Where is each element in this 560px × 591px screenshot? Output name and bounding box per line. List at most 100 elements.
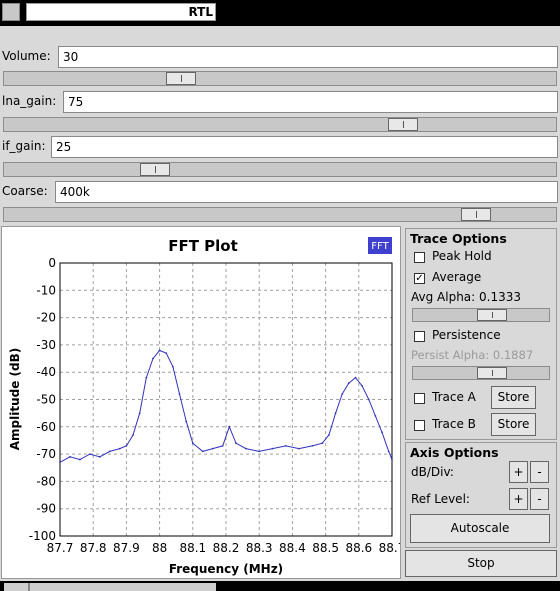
checkmark-icon: ✓ [415,273,424,284]
stop-button[interactable]: Stop [405,550,557,577]
coarse-slider[interactable] [3,207,557,222]
trace-b-label: Trace B [432,417,476,431]
y-tick-label: -20 [36,311,56,325]
fft-data-point [258,450,261,453]
store-trace-a-button[interactable]: Store [491,386,536,409]
if-gain-row: if_gain: 25 [0,135,560,159]
fft-data-point [391,458,393,461]
x-tick-label: 87.9 [113,541,140,555]
ref-level-minus-button[interactable]: - [530,488,549,510]
ref-level-plus-button[interactable]: + [509,488,528,510]
bottom-scrollbar[interactable] [0,581,560,591]
fft-data-point [328,434,330,436]
peak-hold-checkbox[interactable] [414,252,425,263]
y-tick-label: -80 [36,474,56,488]
fft-data-point [88,453,91,455]
fft-data-point [98,455,101,458]
fft-data-point [311,445,314,447]
volume-row: Volume: 30 [0,45,560,69]
coarse-input[interactable]: 400k [55,181,558,203]
fft-data-point [138,412,141,415]
x-tick-label: 88.3 [246,541,273,555]
db-div-plus-button[interactable]: + [509,461,528,483]
avg-alpha-slider[interactable] [412,308,550,322]
x-tick-label: 88.5 [312,541,339,555]
autoscale-button[interactable]: Autoscale [410,514,550,543]
y-tick-label: -90 [36,502,56,516]
coarse-slider-thumb[interactable] [461,208,491,221]
y-tick-label: -10 [36,283,56,297]
x-tick-label: 88.7 [379,541,400,555]
scrollbar-grip [28,583,30,591]
fft-data-point [367,398,370,401]
y-tick-label: -50 [36,393,56,407]
fft-data-point [235,442,237,445]
y-tick-label: -30 [36,338,56,352]
volume-input[interactable]: 30 [58,46,558,68]
volume-slider-thumb[interactable] [166,72,196,85]
if-gain-slider[interactable] [3,162,557,177]
y-tick-label: 0 [48,256,56,270]
fft-data-point [69,455,71,458]
lna-gain-slider[interactable] [3,117,557,132]
lna-gain-label: lna_gain: [2,94,57,108]
coarse-row: Coarse: 400k [0,180,560,204]
volume-slider[interactable] [3,71,557,86]
fft-data-point [347,382,350,385]
db-div-minus-button[interactable]: - [530,461,549,483]
y-axis-label: Amplitude (dB) [8,348,22,451]
fft-data-point [374,414,377,417]
fft-data-point [361,384,364,387]
window-titlebar: RTL [0,0,560,26]
fft-data-point [221,445,224,447]
x-tick-label: 87.8 [80,541,107,555]
x-tick-label: 88.6 [345,541,372,555]
axis-options-title: Axis Options [410,445,499,460]
persist-alpha-slider[interactable] [412,366,550,380]
peak-hold-label: Peak Hold [432,249,492,263]
persist-alpha-label: Persist Alpha: 0.1887 [411,348,534,362]
x-axis-label: Frequency (MHz) [169,562,283,576]
y-tick-label: -40 [36,365,56,379]
persist-alpha-slider-thumb[interactable] [477,367,507,379]
if-gain-slider-thumb[interactable] [140,163,170,176]
trace-options-section: Trace Options Peak Hold ✓ Average Avg Al… [405,228,557,440]
ref-level-label: Ref Level: [411,492,470,506]
average-checkbox[interactable]: ✓ [414,273,425,284]
coarse-label: Coarse: [2,184,48,198]
lna-gain-input[interactable]: 75 [63,91,558,113]
fft-data-point [284,445,287,447]
chart-title: FFT Plot [168,237,238,255]
avg-alpha-slider-thumb[interactable] [477,309,507,321]
store-trace-b-button[interactable]: Store [491,413,536,436]
fft-data-point [191,442,194,445]
avg-alpha-label: Avg Alpha: 0.1333 [411,290,522,304]
fft-data-point [245,447,247,450]
fft-data-point [152,357,154,360]
fft-data-point [158,349,161,352]
if-gain-label: if_gain: [2,139,46,153]
fft-data-point [118,447,121,450]
fft-data-point [165,352,168,354]
trace-a-label: Trace A [432,390,476,404]
options-panel: Trace Options Peak Hold ✓ Average Avg Al… [403,226,559,579]
volume-label: Volume: [2,49,51,63]
persistence-checkbox[interactable] [414,331,425,342]
fft-data-point [321,442,324,445]
db-div-label: dB/Div: [411,465,454,479]
fft-data-point [334,412,337,415]
fft-legend-label: FFT [371,241,389,252]
fft-data-point [171,365,174,368]
lna-gain-row: lna_gain: 75 [0,90,560,114]
if-gain-input[interactable]: 25 [51,136,558,158]
trace-a-checkbox[interactable] [414,393,425,404]
y-tick-label: -70 [36,447,56,461]
trace-b-checkbox[interactable] [414,420,425,431]
fft-plot-panel: FFT Plot FFT 0 -10 -20 -30 -40 -50 -60 -70 -80 -9… [1,226,405,579]
x-tick-label: 88 [152,541,167,555]
persistence-label: Persistence [432,328,501,342]
lna-gain-slider-thumb[interactable] [388,118,418,131]
fft-plot[interactable]: FFT Plot FFT 0 -10 -20 -30 -40 -50 -60 -70 -80 -9… [2,227,405,578]
window-menu-button[interactable] [2,3,20,21]
bottom-scrollbar-track[interactable] [4,583,216,591]
